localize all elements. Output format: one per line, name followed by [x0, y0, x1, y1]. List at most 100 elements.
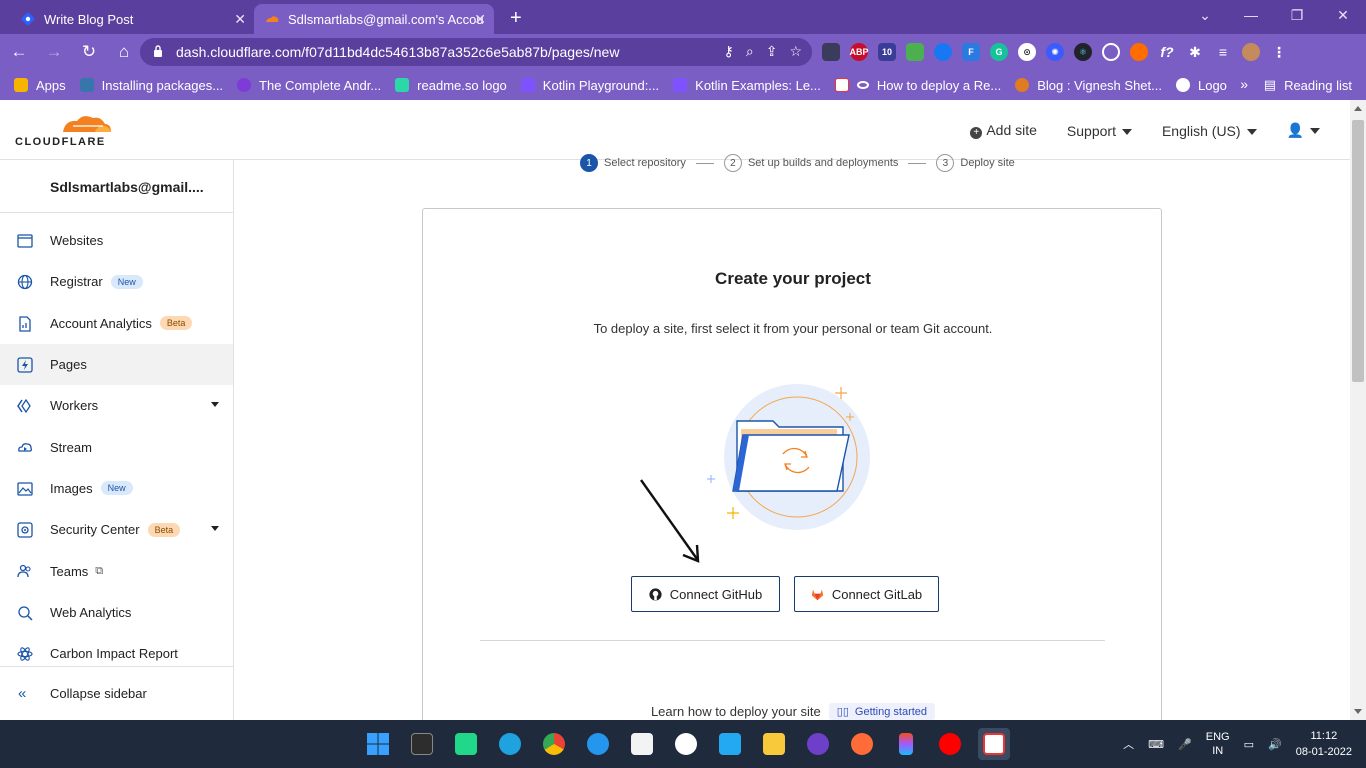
bookmark-item[interactable]: How to deploy a Re...: [834, 78, 1001, 93]
bookmark-star-icon[interactable]: ☆: [789, 43, 802, 60]
zoom-icon[interactable]: ⌕: [746, 43, 754, 60]
clock[interactable]: 11:12 08-01-2022: [1296, 728, 1352, 760]
taskbar-vscode[interactable]: [714, 728, 746, 760]
collapse-sidebar-button[interactable]: « Collapse sidebar: [0, 673, 233, 713]
close-icon[interactable]: ✕: [234, 11, 246, 28]
getting-started-link[interactable]: ▯▯ Getting started: [828, 703, 936, 720]
scroll-down-icon[interactable]: [1354, 709, 1362, 714]
dev-extension-icon[interactable]: ⊙: [1018, 43, 1036, 61]
bookmarks-overflow-icon[interactable]: »: [1240, 76, 1248, 92]
bookmark-item[interactable]: The Complete Andr...: [237, 78, 381, 93]
sidebar-item-security-center[interactable]: Security Center Beta: [0, 509, 233, 550]
bookmark-item[interactable]: Installing packages...: [79, 78, 223, 93]
connect-github-button[interactable]: Connect GitHub: [631, 576, 780, 612]
sidebar-item-websites[interactable]: Websites: [0, 220, 233, 261]
cloudflare-logo[interactable]: CLOUDFLARE: [15, 112, 115, 148]
browser-tab-cloudflare[interactable]: Sdlsmartlabs@gmail.com's Accou ✕: [254, 4, 494, 34]
sidebar-item-web-analytics[interactable]: Web Analytics: [0, 592, 233, 633]
badge-count-icon[interactable]: 10: [878, 43, 896, 61]
tab-manager-icon[interactable]: [822, 43, 840, 61]
avatar[interactable]: [1242, 43, 1260, 61]
stream-cloud-icon: [18, 443, 32, 453]
taskbar-pycharm[interactable]: [450, 728, 482, 760]
new-tab-icon[interactable]: +: [510, 4, 522, 34]
page-scrollbar[interactable]: [1350, 100, 1366, 720]
more-icon[interactable]: ⋮: [1270, 43, 1288, 61]
support-menu[interactable]: Support: [1067, 123, 1132, 139]
add-site-button[interactable]: + Add site: [970, 122, 1037, 139]
sidebar-item-carbon-impact-report[interactable]: Carbon Impact Report: [0, 633, 233, 674]
taskbar-figma[interactable]: [890, 728, 922, 760]
bookmark-item[interactable]: Kotlin Examples: Le...: [673, 78, 821, 93]
taskbar-youtube-music[interactable]: [934, 728, 966, 760]
sidebar-item-images[interactable]: Images New: [0, 468, 233, 509]
address-bar[interactable]: dash.cloudflare.com/f07d11bd4dc54613b87a…: [140, 38, 812, 66]
home-icon[interactable]: ⌂: [108, 36, 140, 68]
language-menu[interactable]: English (US): [1162, 123, 1257, 139]
back-icon[interactable]: ←: [3, 36, 35, 68]
workers-icon: [17, 399, 31, 414]
link-extension-icon[interactable]: [934, 43, 952, 61]
media-icon[interactable]: ≡: [1214, 43, 1232, 61]
taskbar-word[interactable]: [670, 728, 702, 760]
font-extension-icon[interactable]: F: [962, 43, 980, 61]
minimize-icon[interactable]: —: [1228, 0, 1274, 30]
key-icon[interactable]: ⚷: [724, 43, 734, 60]
browser-tab-write-blog[interactable]: Write Blog Post ✕: [10, 4, 254, 34]
sidebar-item-pages[interactable]: Pages: [0, 343, 233, 386]
sidebar-item-account-analytics[interactable]: Account Analytics Beta: [0, 303, 233, 344]
share-icon[interactable]: ⇪: [766, 43, 778, 60]
chevron-up-icon[interactable]: ︿: [1123, 736, 1134, 752]
forward-icon[interactable]: →: [38, 36, 70, 68]
network-icon[interactable]: ▭: [1244, 738, 1254, 751]
restore-icon[interactable]: ❐: [1274, 0, 1320, 30]
circle-extension-icon[interactable]: [1102, 43, 1120, 61]
firefox-relay-icon[interactable]: [1130, 43, 1148, 61]
react-devtools-icon[interactable]: ⚛: [1074, 43, 1092, 61]
taskbar-docker[interactable]: [582, 728, 614, 760]
keyboard-icon[interactable]: ⌨: [1148, 738, 1164, 751]
sidebar-item-teams[interactable]: Teams ⧉: [0, 550, 233, 591]
user-menu[interactable]: 👤: [1287, 122, 1320, 139]
taskbar-terminal[interactable]: [406, 728, 438, 760]
sidebar-item-stream[interactable]: Stream: [0, 426, 233, 467]
taskbar-edge[interactable]: [494, 728, 526, 760]
postman-icon: [851, 733, 873, 755]
taskbar-chrome[interactable]: [538, 728, 570, 760]
bookmark-item[interactable]: Logo: [1175, 78, 1227, 93]
taskbar-github-desktop[interactable]: [802, 728, 834, 760]
scrollbar-thumb[interactable]: [1352, 120, 1364, 382]
scroll-up-icon[interactable]: [1354, 106, 1362, 111]
taskbar-store[interactable]: [626, 728, 658, 760]
account-name[interactable]: Sdlsmartlabs@gmail....: [50, 179, 204, 195]
grammarly-icon[interactable]: G: [990, 43, 1008, 61]
reading-list[interactable]: ▤ Reading list: [1264, 77, 1352, 93]
reload-icon[interactable]: ↻: [73, 36, 105, 68]
language-indicator[interactable]: ENG IN: [1206, 730, 1230, 758]
taskbar-postman[interactable]: [846, 728, 878, 760]
caret-down-icon[interactable]: [211, 402, 219, 408]
puzzle-icon[interactable]: ✱: [1186, 43, 1204, 61]
bookmark-item[interactable]: Kotlin Playground:...: [520, 78, 659, 93]
start-button[interactable]: [362, 728, 394, 760]
sidebar-item-registrar[interactable]: Registrar New: [0, 261, 233, 302]
close-icon[interactable]: ✕: [474, 11, 486, 28]
color-picker-icon[interactable]: [906, 43, 924, 61]
microphone-icon[interactable]: 🎤: [1178, 738, 1192, 751]
volume-icon[interactable]: 🔊: [1268, 738, 1282, 751]
taskbar-explorer[interactable]: [758, 728, 790, 760]
chevron-down-icon[interactable]: ⌄: [1182, 0, 1228, 30]
sidebar-item-workers[interactable]: Workers: [0, 385, 233, 426]
connect-gitlab-button[interactable]: Connect GitLab: [794, 576, 939, 612]
bookmark-apps[interactable]: Apps: [14, 78, 66, 93]
close-window-icon[interactable]: ✕: [1320, 0, 1366, 30]
taskbar-snipping-tool[interactable]: [978, 728, 1010, 760]
splash-extension-icon[interactable]: ✺: [1046, 43, 1064, 61]
bookmark-item[interactable]: Blog : Vignesh Shet...: [1015, 78, 1162, 93]
abp-icon[interactable]: ABP: [850, 43, 869, 61]
caret-down-icon[interactable]: [211, 526, 219, 532]
step-number: 2: [723, 154, 742, 172]
function-extension-icon[interactable]: f?: [1158, 43, 1176, 61]
edge-icon: [499, 733, 521, 755]
bookmark-item[interactable]: readme.so logo: [395, 78, 507, 93]
